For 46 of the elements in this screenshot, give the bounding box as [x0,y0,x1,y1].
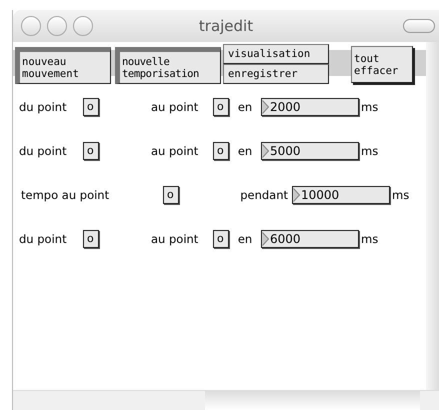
field-label: du point [19,144,68,158]
arrow-icon [262,144,269,158]
field-label: au point [151,232,200,246]
duration-value: 5000 [270,144,301,158]
point-field[interactable]: o [213,142,229,160]
field-label: au point [151,100,200,114]
duration-field[interactable]: 10000 [292,186,390,204]
field-label: en [236,100,254,114]
arrow-icon [262,100,269,114]
point-field[interactable]: o [83,230,99,248]
point-field[interactable]: o [213,230,229,248]
field-label: du point [19,100,68,114]
unit-label: ms [361,100,378,114]
window-title: trajedit [198,17,254,35]
close-button[interactable] [21,16,41,36]
field-label: au point [151,144,200,158]
vertical-scrollbar[interactable] [426,42,439,390]
field-label: en [236,144,254,158]
arrow-icon [262,232,269,246]
point-field[interactable]: o [163,186,179,204]
toolbar-button[interactable]: nouvelle temporisation [115,47,221,84]
unit-label: ms [361,144,378,158]
toolbar-button[interactable]: tout effacer [351,46,413,83]
toolbar-button[interactable]: enregistrer [223,64,329,84]
unit-label: ms [361,232,378,246]
minimize-button[interactable] [47,16,67,36]
field-label: en [236,232,254,246]
zoom-button[interactable] [73,16,93,36]
toolbar-button[interactable]: nouveau mouvement [15,47,111,84]
toolbar-toggle-button[interactable] [403,19,435,33]
field-label: pendant [239,188,289,202]
duration-field[interactable]: 5000 [261,142,359,160]
unit-label: ms [392,188,410,202]
duration-field[interactable]: 2000 [261,98,359,116]
field-label: tempo au point [20,188,110,202]
field-label: du point [19,232,68,246]
toolbar-button[interactable]: visualisation [223,44,329,64]
arrow-icon [293,188,300,202]
point-field[interactable]: o [213,98,229,116]
horizontal-scrollbar[interactable] [13,390,439,410]
duration-field[interactable]: 6000 [261,230,359,248]
duration-value: 6000 [270,232,301,246]
duration-value: 10000 [301,188,340,202]
point-field[interactable]: o [83,142,99,160]
duration-value: 2000 [270,100,301,114]
point-field[interactable]: o [83,98,99,116]
